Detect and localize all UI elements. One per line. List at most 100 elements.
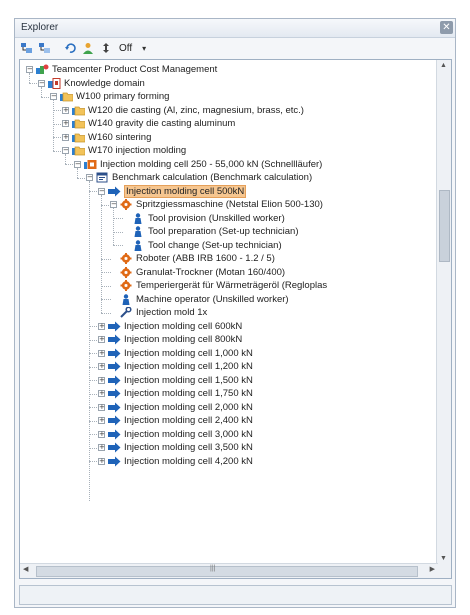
collapse-toggle-icon[interactable]: − [62,147,69,154]
expand-toggle-icon[interactable]: + [98,417,105,424]
expand-toggle-icon[interactable]: + [62,120,69,127]
tree-view[interactable]: − Teamcenter Product Cost Management − Know… [19,59,452,579]
expand-toggle-icon[interactable]: + [98,430,105,438]
tree-node[interactable]: − Benchmark calculation (Benchmark calcul… [86,171,312,184]
tree-node-label[interactable]: Injection molding cell 2,000 kN [124,402,253,413]
tree-node-label[interactable]: Injection molding cell 3,000 kN [124,429,253,440]
expand-toggle-icon[interactable]: + [62,133,69,141]
scroll-left-icon[interactable]: ◀ [23,565,28,573]
tree-node-label[interactable]: Injection molding cell 600kN [124,321,242,332]
tree-node[interactable]: − Spritzgiessmaschine (Netstal Elion 500-… [110,198,323,211]
tree-node[interactable]: − W170 injection molding [62,144,186,157]
tree-node-label[interactable]: W160 sintering [88,132,151,143]
tree-node[interactable]: + Injection molding cell 1,200 kN [98,360,253,373]
collapse-tree-icon[interactable] [37,41,51,55]
expand-toggle-icon[interactable]: + [98,390,105,397]
tree-node[interactable]: Temperiergerät für Wärmeträgeröl (Reglop… [110,279,327,292]
expand-toggle-icon[interactable]: + [98,403,105,411]
horizontal-scrollbar[interactable]: ◀ ||| ▶ [20,563,438,578]
collapse-toggle-icon[interactable]: − [26,66,33,73]
tree-connector [113,208,114,245]
tree-node[interactable]: + Injection molding cell 3,000 kN [98,428,253,441]
tree-node-label[interactable]: Temperiergerät für Wärmeträgeröl (Reglop… [136,280,327,291]
tree-node[interactable]: + W120 die casting (Al, zinc, magnesium, … [62,104,304,117]
tree-node[interactable]: Granulat-Trockner (Motan 160/400) [110,266,285,279]
tree-node[interactable]: + Injection molding cell 600kN [98,320,242,333]
tree-node-label[interactable]: Roboter (ABB IRB 1600 - 1.2 / 5) [136,253,275,264]
sort-icon[interactable] [99,41,113,55]
tree-node-label[interactable]: W100 primary forming [76,91,169,102]
expand-toggle-icon[interactable]: + [98,457,105,465]
tree-node-label[interactable]: Teamcenter Product Cost Management [52,64,217,75]
tree-node-label[interactable]: Injection mold 1x [136,307,207,318]
collapse-toggle-icon[interactable]: − [86,174,93,181]
scroll-down-icon[interactable]: ▼ [440,555,447,562]
tree-node-label[interactable]: Injection molding cell 1,200 kN [124,361,253,372]
tree-node[interactable]: + Injection molding cell 1,500 kN [98,374,253,387]
tree-node-label[interactable]: Injection molding cell 4,200 kN [124,456,253,467]
tree-node[interactable]: + Injection molding cell 1,000 kN [98,347,253,360]
tree-node-label[interactable]: Tool change (Set-up technician) [148,240,282,251]
expand-toggle-icon[interactable]: + [98,322,105,330]
collapse-toggle-icon[interactable]: − [98,187,105,195]
tree-node-label[interactable]: Machine operator (Unskilled worker) [136,294,289,305]
vertical-scrollbar[interactable]: ▲ ▼ [436,60,451,564]
tree-node[interactable]: + Injection molding cell 2,400 kN [98,414,253,427]
tree-node[interactable]: − Injection molding cell 500kN [98,184,247,198]
scroll-up-icon[interactable]: ▲ [440,62,447,69]
tree-node-label[interactable]: Tool provision (Unskilled worker) [148,213,285,224]
close-icon[interactable]: ✕ [440,21,453,34]
tree-node[interactable]: + Injection molding cell 3,500 kN [98,441,253,454]
expand-toggle-icon[interactable]: + [62,106,69,114]
tree-node-label[interactable]: Injection molding cell 800kN [124,334,242,345]
tree-node-label[interactable]: Tool preparation (Set-up technician) [148,226,299,237]
user-icon[interactable] [81,41,95,55]
tree-node[interactable]: + W160 sintering [62,131,151,144]
tree-node-label[interactable]: W120 die casting (Al, zinc, magnesium, b… [88,105,304,116]
tree-node[interactable]: + Injection molding cell 800kN [98,333,242,346]
collapse-toggle-icon[interactable]: − [74,160,81,168]
tree-node-label[interactable]: Benchmark calculation (Benchmark calcula… [112,172,312,183]
tree-node-label[interactable]: W140 gravity die casting aluminum [88,118,235,129]
tree-node-label[interactable]: W170 injection molding [88,145,186,156]
collapse-toggle-icon[interactable]: − [38,79,45,87]
tree-node[interactable]: Tool preparation (Set-up technician) [122,225,299,238]
tree-node[interactable]: + Injection molding cell 2,000 kN [98,401,253,414]
tree-node-label[interactable]: Granulat-Trockner (Motan 160/400) [136,267,285,278]
tree-node-label[interactable]: Injection molding cell 1,750 kN [124,388,253,399]
scroll-right-icon[interactable]: ▶ [430,565,435,573]
collapse-toggle-icon[interactable]: − [110,201,117,208]
filter-label[interactable]: Off [119,43,132,54]
tree-node[interactable]: − Teamcenter Product Cost Management [26,63,217,76]
tree-node[interactable]: − Injection molding cell 250 - 55,000 kN … [74,158,322,171]
tree-node[interactable]: + Injection molding cell 1,750 kN [98,387,253,400]
tree-node[interactable]: + Injection molding cell 4,200 kN [98,455,253,468]
chevron-down-icon[interactable]: ▾ [142,44,146,53]
tree-node-label[interactable]: Injection molding cell 2,400 kN [124,415,253,426]
expand-tree-icon[interactable] [19,41,33,55]
tree-node-label[interactable]: Spritzgiessmaschine (Netstal Elion 500-1… [136,199,323,210]
tree-node-label[interactable]: Knowledge domain [64,78,145,89]
tree-node-label[interactable]: Injection molding cell 1,000 kN [124,348,253,359]
expand-toggle-icon[interactable]: + [98,349,105,357]
tree-node-label[interactable]: Injection molding cell 500kN [124,184,247,198]
tree-node[interactable]: + W140 gravity die casting aluminum [62,117,235,130]
tree-node[interactable]: Tool change (Set-up technician) [122,239,282,252]
tree-node[interactable]: Roboter (ABB IRB 1600 - 1.2 / 5) [110,252,275,265]
tree-node[interactable]: Machine operator (Unskilled worker) [110,293,289,306]
tree-node-label[interactable]: Injection molding cell 250 - 55,000 kN (… [100,159,322,170]
refresh-icon[interactable] [63,41,77,55]
vertical-scroll-thumb[interactable] [439,190,450,262]
tree-node[interactable]: − Knowledge domain [38,77,145,90]
tree-node-label[interactable]: Injection molding cell 1,500 kN [124,375,253,386]
expand-toggle-icon[interactable]: + [98,376,105,384]
expand-toggle-icon[interactable]: + [98,444,105,451]
tree-node[interactable]: − W100 primary forming [50,90,169,103]
expand-toggle-icon[interactable]: + [98,363,105,370]
horizontal-scroll-thumb[interactable] [36,566,418,577]
collapse-toggle-icon[interactable]: − [50,93,57,100]
tree-node[interactable]: Injection mold 1x [110,306,207,319]
tree-node[interactable]: Tool provision (Unskilled worker) [122,212,285,225]
tree-node-label[interactable]: Injection molding cell 3,500 kN [124,442,253,453]
expand-toggle-icon[interactable]: + [98,336,105,343]
